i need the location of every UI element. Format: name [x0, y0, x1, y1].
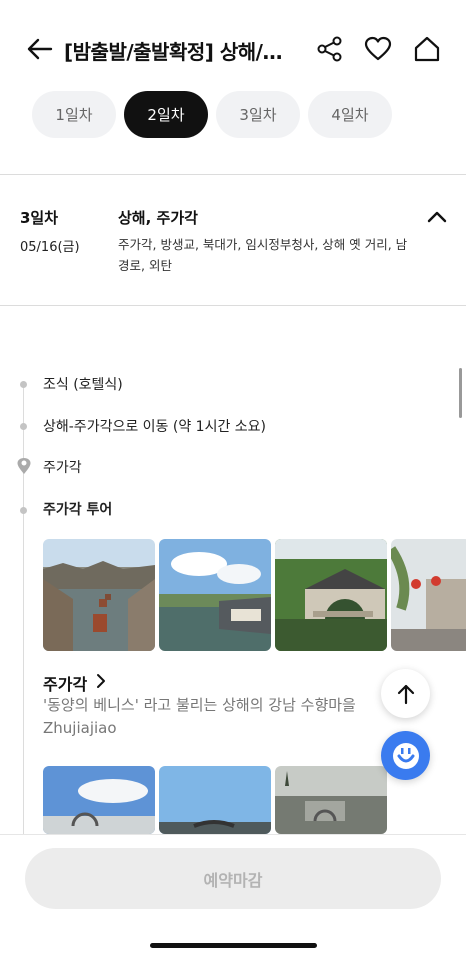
day-tabs: 1일차 2일차 3일차 4일차: [32, 91, 392, 138]
chatbot-face-icon: [392, 742, 419, 769]
bottom-bar: 예약마감: [0, 834, 466, 958]
photo-aerial-town[interactable]: [275, 766, 387, 834]
tab-day-2[interactable]: 2일차: [124, 91, 208, 138]
photo-bridge-sky[interactable]: [159, 766, 271, 834]
day-description: 주가각, 방생교, 북대가, 임시정부청사, 상해 옛 거리, 남경로, 외탄: [118, 237, 408, 273]
location-pin-icon: [16, 457, 32, 475]
reserve-button[interactable]: 예약마감: [25, 848, 441, 909]
place-title: 주가각: [43, 675, 88, 694]
chevron-up-icon[interactable]: [424, 204, 450, 230]
scroll-to-top-button[interactable]: [381, 669, 430, 718]
heart-icon[interactable]: [361, 32, 395, 66]
back-arrow-icon[interactable]: [22, 32, 56, 66]
tab-day-4[interactable]: 4일차: [308, 91, 392, 138]
photo-gallery-2[interactable]: [43, 766, 389, 834]
photo-town-view[interactable]: [43, 766, 155, 834]
timeline-dot: [20, 507, 27, 514]
timeline-item: 상해-주가각으로 이동 (약 1시간 소요): [43, 419, 267, 435]
place-subtitle: '동양의 베니스' 라고 불리는 상해의 강남 수향마을 Zhujiajiao: [43, 696, 356, 737]
timeline-item: 조식 (호텔식): [43, 377, 123, 393]
header: [밤출발/출발확정] 상해/…: [0, 0, 466, 90]
photo-waterfront[interactable]: [159, 539, 271, 651]
timeline-dot: [20, 381, 27, 388]
scrollbar[interactable]: [459, 368, 462, 418]
timeline-line: [23, 384, 24, 834]
chatbot-button[interactable]: [381, 731, 430, 780]
timeline-dot: [20, 423, 27, 430]
arrow-up-icon: [397, 684, 414, 704]
day-date: 05/16(금): [20, 240, 80, 255]
tab-day-3[interactable]: 3일차: [216, 91, 300, 138]
photo-canal-boats[interactable]: [43, 539, 155, 651]
timeline-item: 주가각: [43, 460, 82, 476]
photo-stone-bridge[interactable]: [275, 539, 387, 651]
home-indicator: [150, 943, 317, 948]
tab-day-1[interactable]: 1일차: [32, 91, 116, 138]
page-title: [밤출발/출발확정] 상해/…: [64, 40, 282, 64]
photo-old-street[interactable]: [391, 539, 466, 651]
day-title: 상해, 주가각: [118, 209, 198, 227]
day-summary[interactable]: 3일차 05/16(금) 상해, 주가각 주가각, 방생교, 북대가, 임시정부…: [0, 176, 466, 304]
home-icon[interactable]: [410, 32, 444, 66]
divider: [0, 174, 466, 175]
photo-gallery[interactable]: [43, 539, 466, 651]
chevron-right-icon: [95, 673, 107, 693]
share-icon[interactable]: [313, 32, 347, 66]
timeline-item: 주가각 투어: [43, 502, 113, 518]
divider: [0, 305, 466, 306]
day-label: 3일차: [20, 209, 59, 227]
place-link[interactable]: 주가각: [43, 671, 107, 695]
